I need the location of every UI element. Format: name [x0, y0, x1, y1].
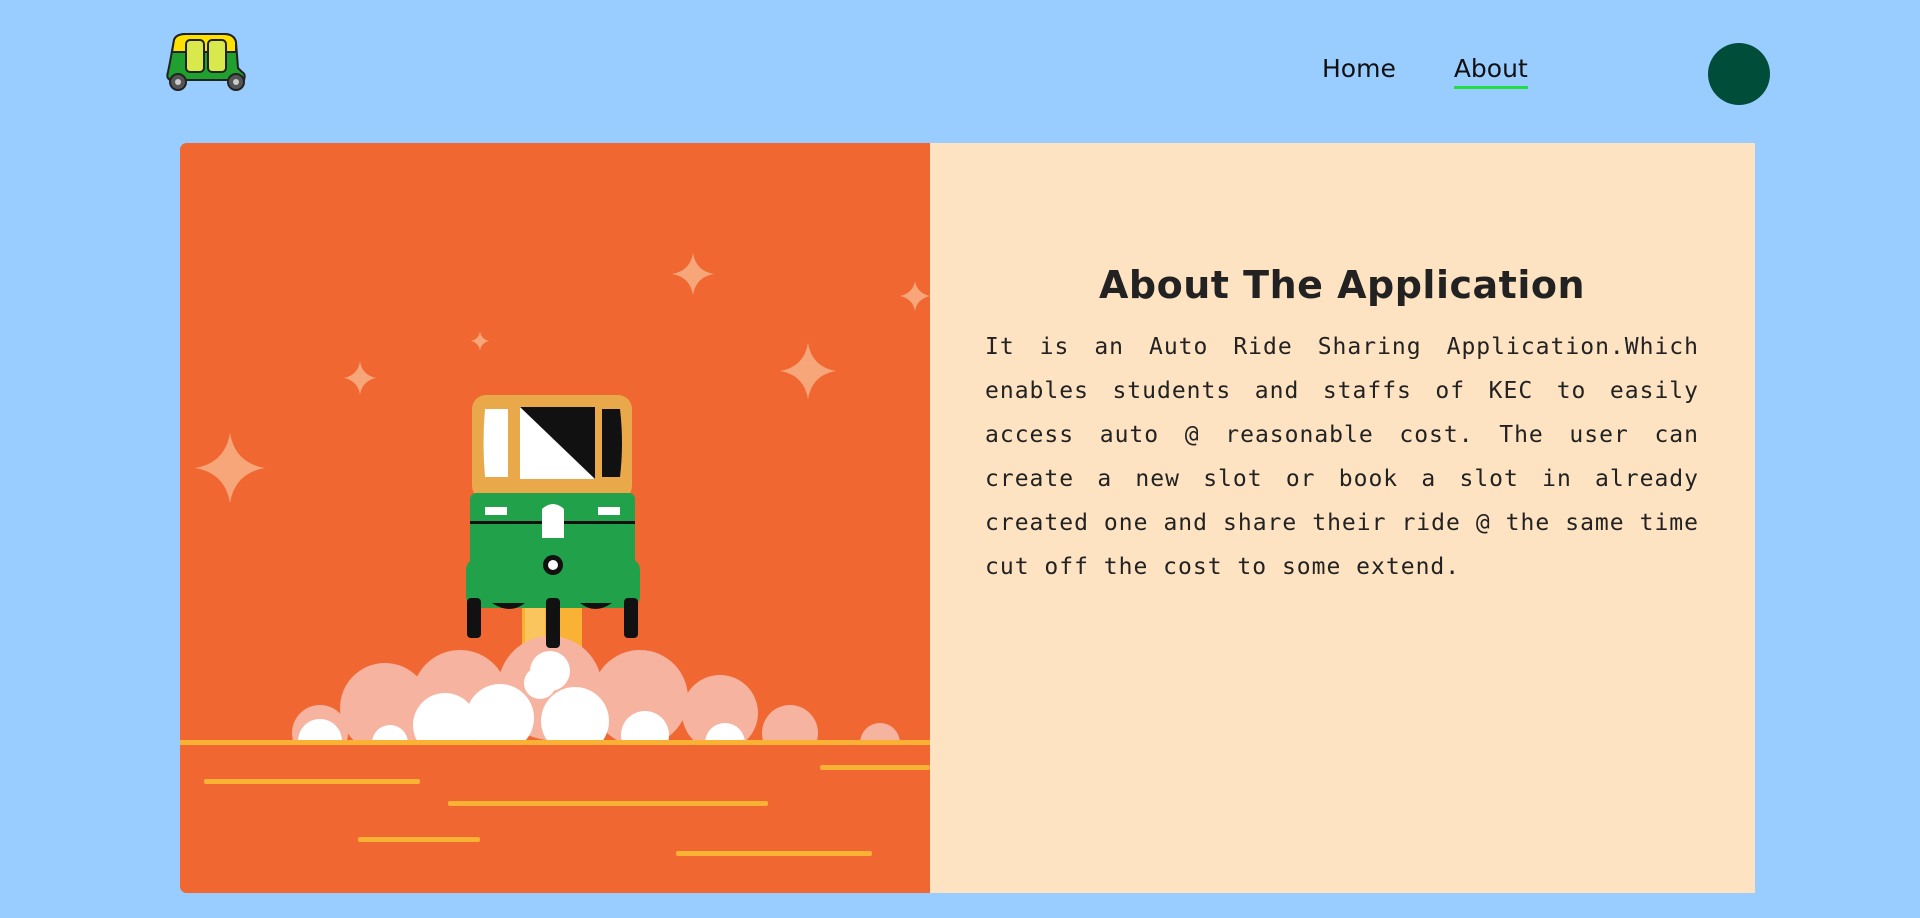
about-card: About The Application It is an Auto Ride… — [180, 143, 1755, 893]
auto-rickshaw-logo-icon[interactable] — [164, 32, 248, 92]
auto-rickshaw-launch-illustration-icon — [180, 143, 930, 893]
nav-link-home[interactable]: Home — [1322, 54, 1396, 89]
navbar: Home About — [0, 0, 1920, 143]
user-avatar[interactable] — [1708, 43, 1770, 105]
about-content: About The Application It is an Auto Ride… — [930, 143, 1755, 893]
nav-link-about[interactable]: About — [1453, 54, 1528, 89]
about-title: About The Application — [1098, 263, 1586, 307]
nav-links: Home About — [1322, 54, 1528, 89]
about-description: It is an Auto Ride Sharing Application.W… — [985, 334, 1699, 580]
